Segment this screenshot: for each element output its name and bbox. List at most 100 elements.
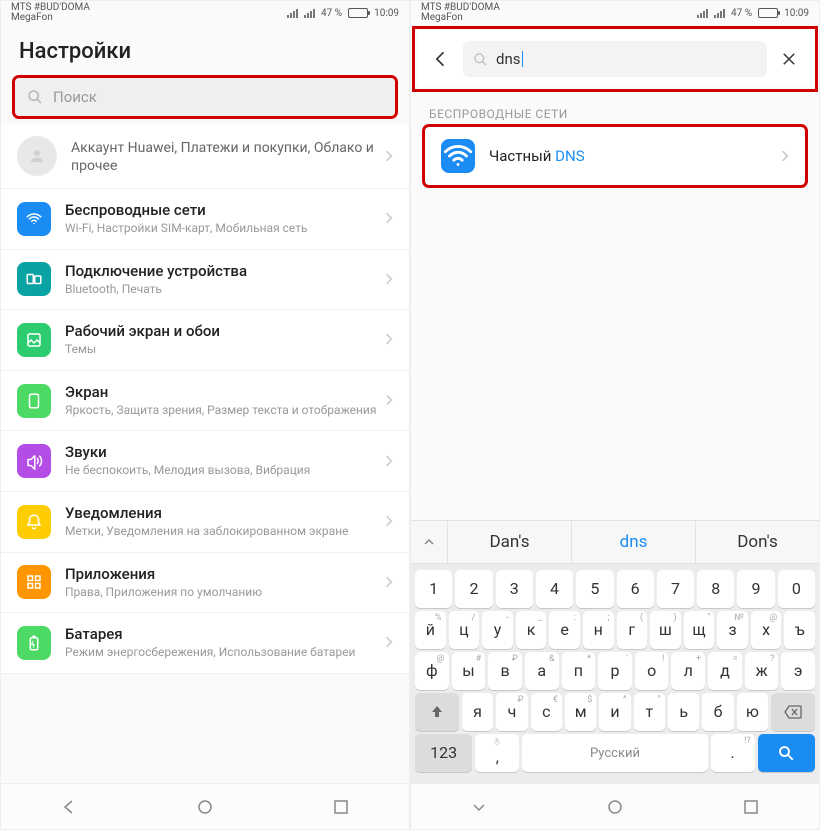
suggestion-3[interactable]: Don's <box>695 521 819 563</box>
suggestion-2[interactable]: dns <box>571 521 695 563</box>
key-1[interactable]: 1 <box>415 570 452 608</box>
key-4[interactable]: 4 <box>536 570 573 608</box>
battery-icon <box>17 626 51 660</box>
key-з[interactable]: №з <box>717 611 748 649</box>
chevron-right-icon <box>385 633 393 652</box>
expand-suggestions-button[interactable] <box>411 536 447 548</box>
settings-row-4[interactable]: Звуки Не беспокоить, Мелодия вызова, Виб… <box>1 431 409 492</box>
nav-bar <box>411 783 819 829</box>
mode-key[interactable]: 123 <box>415 734 472 772</box>
key-ц[interactable]: /ц <box>449 611 480 649</box>
chevron-right-icon <box>385 512 393 531</box>
key-э[interactable]: э <box>781 652 815 690</box>
clear-button[interactable] <box>777 47 801 71</box>
key-т[interactable]: °т <box>634 693 665 731</box>
row-title: Звуки <box>65 443 385 461</box>
key-х[interactable]: @х <box>751 611 782 649</box>
key-ю[interactable]: ю <box>737 693 768 731</box>
nav-home-button[interactable] <box>197 799 213 815</box>
key-ф[interactable]: @ф <box>415 652 449 690</box>
search-input[interactable]: dns <box>463 41 767 77</box>
key-п[interactable]: *п <box>562 652 596 690</box>
key-ь[interactable]: ь <box>668 693 699 731</box>
search-key[interactable] <box>758 734 815 772</box>
key-7[interactable]: 7 <box>657 570 694 608</box>
key-ъ[interactable]: ъ <box>784 611 815 649</box>
key-а[interactable]: &а <box>525 652 559 690</box>
key-щ[interactable]: "щ <box>684 611 715 649</box>
row-title: Уведомления <box>65 504 385 522</box>
result-private-dns[interactable]: Частный DNS <box>425 127 805 185</box>
settings-row-1[interactable]: Подключение устройства Bluetooth, Печать <box>1 250 409 311</box>
nav-back-button[interactable] <box>61 799 77 815</box>
settings-row-5[interactable]: Уведомления Метки, Уведомления на заблок… <box>1 492 409 553</box>
nav-recent-button[interactable] <box>333 799 349 815</box>
back-button[interactable] <box>429 47 453 71</box>
key-ы[interactable]: #ы <box>452 652 486 690</box>
row-title: Батарея <box>65 625 385 643</box>
nav-bar <box>1 783 409 829</box>
key-в[interactable]: ₽в <box>488 652 522 690</box>
comma-key[interactable]: , <box>475 734 519 772</box>
row-sub: Метки, Уведомления на заблокированном эк… <box>65 524 385 540</box>
key-3[interactable]: 3 <box>496 570 533 608</box>
key-6[interactable]: 6 <box>617 570 654 608</box>
suggestion-bar: Dan's dns Don's <box>411 520 819 564</box>
key-к[interactable]: _к <box>516 611 547 649</box>
wifi-icon <box>441 139 475 173</box>
shift-key[interactable] <box>415 693 459 731</box>
page-title: Настройки <box>1 25 409 74</box>
key-г[interactable]: (г <box>617 611 648 649</box>
row-sub: Не беспокоить, Мелодия вызова, Вибрация <box>65 463 385 479</box>
key-й[interactable]: %й <box>415 611 446 649</box>
row-sub: Wi-Fi, Настройки SIM-карт, Мобильная сет… <box>65 221 385 237</box>
key-о[interactable]: !о <box>635 652 669 690</box>
signal-icon <box>287 8 298 18</box>
carrier-2: MegaFon <box>11 13 90 23</box>
settings-row-6[interactable]: Приложения Права, Приложения по умолчани… <box>1 553 409 614</box>
row-sub: Права, Приложения по умолчанию <box>65 585 385 601</box>
key-9[interactable]: 9 <box>737 570 774 608</box>
key-м[interactable]: $м <box>565 693 596 731</box>
row-sub: Темы <box>65 342 385 358</box>
key-е[interactable]: :е <box>549 611 580 649</box>
nav-home-button[interactable] <box>607 799 623 815</box>
key-н[interactable]: ;н <box>583 611 614 649</box>
row-title: Экран <box>65 383 385 401</box>
chevron-right-icon <box>385 391 393 410</box>
result-label: Частный DNS <box>489 147 781 165</box>
nav-recent-button[interactable] <box>743 799 759 815</box>
search-input[interactable]: Поиск <box>15 78 395 116</box>
key-2[interactable]: 2 <box>455 570 492 608</box>
spacebar-key[interactable]: Русский <box>522 734 707 772</box>
key-с[interactable]: €с <box>531 693 562 731</box>
suggestion-1[interactable]: Dan's <box>447 521 571 563</box>
key-д[interactable]: =д <box>708 652 742 690</box>
key-и[interactable]: ^и <box>599 693 630 731</box>
key-р[interactable]: 'р <box>598 652 632 690</box>
signal-icon-2 <box>304 8 315 18</box>
settings-screen: MTS #BUD'DOMA MegaFon 47 % 10:09 Настрой… <box>0 0 410 830</box>
key-я[interactable]: я <box>462 693 493 731</box>
nav-hide-kbd-button[interactable] <box>471 799 487 815</box>
period-key[interactable]: !?. <box>711 734 755 772</box>
battery-icon <box>758 8 778 18</box>
key-ш[interactable]: )ш <box>650 611 681 649</box>
backspace-key[interactable] <box>771 693 815 731</box>
key-б[interactable]: б <box>702 693 733 731</box>
key-ч[interactable]: ₽ч <box>496 693 527 731</box>
signal-icon <box>697 8 708 18</box>
settings-row-3[interactable]: Экран Яркость, Защита зрения, Размер тек… <box>1 371 409 432</box>
key-0[interactable]: 0 <box>778 570 815 608</box>
key-у[interactable]: -у <box>482 611 513 649</box>
account-row[interactable]: Аккаунт Huawei, Платежи и покупки, Облак… <box>1 124 409 189</box>
key-л[interactable]: +л <box>671 652 705 690</box>
chevron-right-icon <box>385 330 393 349</box>
settings-row-0[interactable]: Беспроводные сети Wi-Fi, Настройки SIM-к… <box>1 189 409 250</box>
key-8[interactable]: 8 <box>697 570 734 608</box>
key-5[interactable]: 5 <box>576 570 613 608</box>
key-ж[interactable]: ?ж <box>745 652 779 690</box>
row-sub: Bluetooth, Печать <box>65 282 385 298</box>
settings-row-2[interactable]: Рабочий экран и обои Темы <box>1 310 409 371</box>
settings-row-7[interactable]: Батарея Режим энергосбережения, Использо… <box>1 613 409 674</box>
